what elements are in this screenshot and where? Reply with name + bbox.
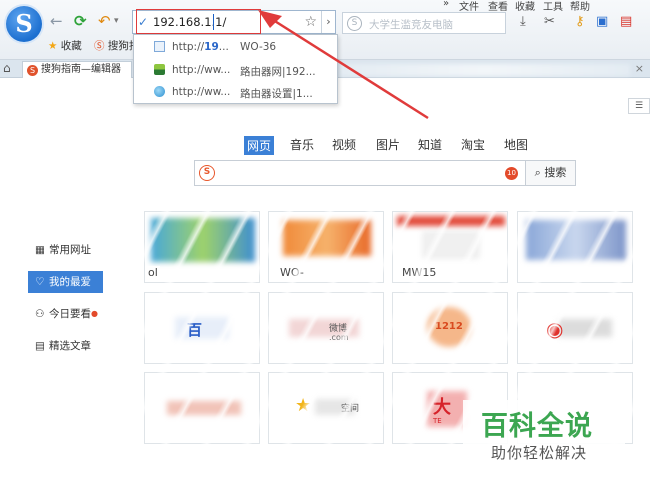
baidu-logo-text: 百 bbox=[187, 321, 203, 339]
site-thumbnail[interactable] bbox=[144, 211, 260, 283]
site-thumbnail[interactable] bbox=[517, 211, 633, 283]
sidebar-item-label: 常用网址 bbox=[49, 244, 91, 256]
menu-help[interactable]: 帮助 bbox=[570, 0, 590, 13]
sina-eye-icon: ◉ bbox=[546, 317, 564, 341]
browser-logo[interactable] bbox=[6, 6, 42, 42]
favorites-label: 收藏 bbox=[60, 40, 82, 52]
sogou-small-icon: Ⓢ bbox=[94, 40, 105, 52]
menu-view[interactable]: 查看 bbox=[488, 0, 508, 13]
search-tab-taobao[interactable]: 淘宝 bbox=[461, 136, 485, 153]
red-box-icon[interactable]: ▤ bbox=[620, 14, 632, 29]
tab-active[interactable]: S 搜狗指南—编辑器 bbox=[22, 61, 132, 78]
site-thumbnail-baidu[interactable]: 百 bbox=[144, 292, 260, 364]
menu-favorites[interactable]: 收藏 bbox=[515, 0, 535, 13]
thumbnail-label: ol bbox=[146, 266, 160, 279]
main-search-bar[interactable]: S 10 ⌕ 搜索 bbox=[194, 160, 576, 186]
home-icon[interactable]: ⌂ bbox=[3, 61, 11, 75]
notification-badge: 10 bbox=[505, 167, 518, 180]
favorites-bar-item[interactable]: ★ 收藏 bbox=[48, 38, 82, 53]
translate-icon[interactable]: ▣ bbox=[596, 14, 608, 29]
key-icon[interactable]: ⚷ bbox=[575, 14, 585, 29]
watermark: 百科全说 助你轻松解决 bbox=[463, 400, 625, 468]
star-logo-icon: ★ bbox=[295, 395, 312, 416]
sidebar-item-favorites[interactable]: ♡ 我的最爱 bbox=[28, 271, 103, 293]
search-tab-music[interactable]: 音乐 bbox=[290, 136, 314, 153]
toolbar-search-box[interactable]: S 大学生滥竞友电脑 bbox=[342, 12, 506, 34]
watermark-title: 百科全说 bbox=[481, 411, 593, 442]
globe-icon bbox=[154, 86, 165, 97]
search-tab-web[interactable]: 网页 bbox=[244, 136, 275, 155]
article-icon: ▤ bbox=[35, 340, 45, 352]
site-thumbnail[interactable] bbox=[144, 372, 260, 444]
search-placeholder[interactable]: 大学生滥竞友电脑 bbox=[369, 17, 453, 32]
sogou-tab-icon: S bbox=[27, 65, 38, 76]
address-suggestion-dropdown: http://19... WO-36 http://ww... 路由器网|192… bbox=[133, 34, 338, 104]
search-button-label: 搜索 bbox=[544, 166, 567, 179]
bookmark-star-icon[interactable]: ☆ bbox=[304, 14, 317, 30]
watermark-subtitle: 助你轻松解决 bbox=[491, 444, 588, 462]
undo-icon[interactable]: ↶ bbox=[98, 12, 111, 30]
1212-logo-text: 1212 bbox=[435, 321, 463, 332]
suggestion-item[interactable]: http://ww... 路由器设置|1... bbox=[134, 81, 337, 103]
page-icon bbox=[154, 41, 165, 52]
suggestion-item[interactable]: http://19... WO-36 bbox=[134, 36, 337, 58]
da-logo-text: 大 bbox=[433, 397, 451, 418]
red-dot: ● bbox=[91, 309, 98, 318]
site-thumbnail-qzone[interactable]: ★ 空间 bbox=[268, 372, 384, 444]
heart-icon: ♡ bbox=[35, 276, 45, 288]
blurred-tabs bbox=[340, 64, 630, 76]
suggestion-url: http://ww... bbox=[172, 86, 231, 98]
tab-title: 搜狗指南—编辑器 bbox=[41, 64, 121, 75]
site-thumbnail-weibo[interactable]: 微博 .com bbox=[268, 292, 384, 364]
back-arrow-icon[interactable]: ← bbox=[50, 12, 63, 30]
annotation-highlight-box bbox=[136, 9, 261, 34]
suggestion-title: 路由器网|192... bbox=[240, 66, 316, 78]
thumbnail-label: MW15 bbox=[400, 266, 439, 279]
search-tab-map[interactable]: 地图 bbox=[504, 136, 528, 153]
scissors-icon[interactable]: ✂ bbox=[544, 14, 555, 29]
star-icon: ★ bbox=[48, 40, 58, 52]
search-tab-zhidao[interactable]: 知道 bbox=[418, 136, 442, 153]
sidebar-item-label: 我的最爱 bbox=[49, 276, 91, 288]
menu-file[interactable]: 文件 bbox=[459, 0, 479, 13]
da-logo-sub: TE bbox=[433, 417, 442, 425]
grid-icon: ▦ bbox=[35, 244, 45, 256]
search-tab-images[interactable]: 图片 bbox=[376, 136, 400, 153]
sidebar-item-label: 今日要看 bbox=[49, 308, 91, 320]
suggestion-url: http://ww... bbox=[172, 64, 231, 76]
site-thumbnail-1212[interactable]: 1212 bbox=[392, 292, 508, 364]
sidebar-item-today[interactable]: ⚇ 今日要看● bbox=[28, 303, 98, 325]
menu-tools[interactable]: 工具 bbox=[543, 0, 563, 13]
sogou-logo-icon: S bbox=[199, 165, 215, 181]
qzone-logo-text: 空间 bbox=[341, 404, 360, 414]
search-button[interactable]: ⌕ 搜索 bbox=[525, 161, 575, 185]
list-view-button[interactable]: ☰ bbox=[628, 98, 650, 114]
sidebar-item-label: 精选文章 bbox=[49, 340, 91, 352]
menu-more-chevron[interactable]: » bbox=[443, 0, 449, 9]
thumbnail-label: WO- bbox=[278, 266, 306, 279]
weibo-logo-sub: .com bbox=[329, 333, 349, 342]
refresh-icon[interactable]: ⟳ bbox=[74, 12, 87, 30]
sogou-search-icon: S bbox=[347, 16, 362, 31]
close-icon[interactable]: × bbox=[635, 62, 644, 75]
site-thumbnail-sina[interactable]: ◉ bbox=[517, 292, 633, 364]
download-icon[interactable]: ⤓ bbox=[520, 14, 526, 29]
suggestion-title: 路由器设置|1... bbox=[240, 88, 313, 100]
chevron-down-icon[interactable]: ▾ bbox=[114, 16, 119, 26]
suggestion-title: WO-36 bbox=[240, 41, 277, 53]
suggestion-item[interactable]: http://ww... 路由器网|192... bbox=[134, 59, 337, 81]
router-site-icon bbox=[154, 64, 165, 75]
go-arrow-icon[interactable]: › bbox=[321, 11, 335, 33]
sidebar-item-common-sites[interactable]: ▦ 常用网址 bbox=[28, 239, 91, 261]
suggestion-url: http://19... bbox=[172, 41, 229, 53]
person-icon: ⚇ bbox=[35, 308, 45, 320]
search-tab-video[interactable]: 视频 bbox=[332, 136, 356, 153]
sidebar-item-articles[interactable]: ▤ 精选文章 bbox=[28, 335, 91, 357]
